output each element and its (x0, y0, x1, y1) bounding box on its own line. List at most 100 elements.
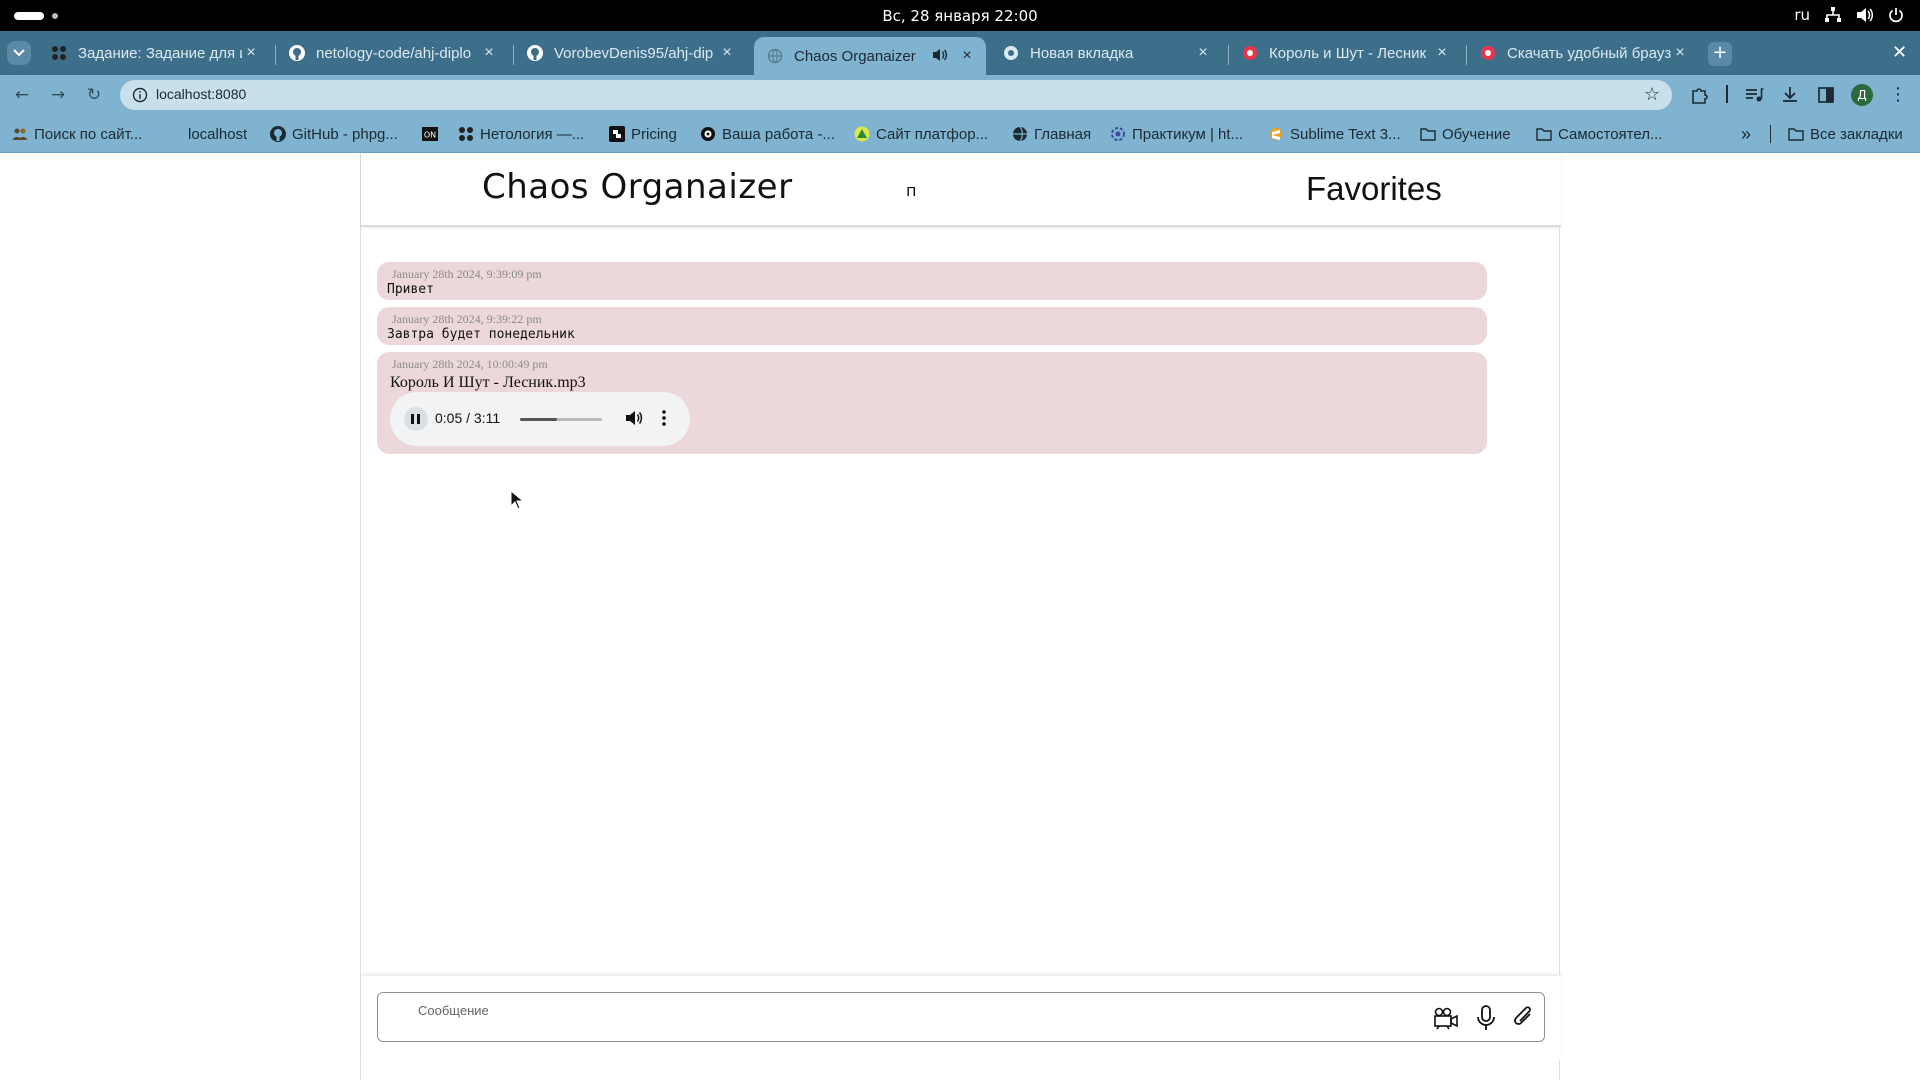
bookmark-folder[interactable]: Обучение (1420, 123, 1511, 145)
bookmark-item[interactable]: Практикум | ht... (1110, 123, 1243, 145)
system-clock[interactable]: Вс, 28 января 22:00 (0, 7, 1920, 25)
bookmark-label: GitHub - phpg... (292, 125, 398, 143)
keyboard-layout-indicator[interactable]: ru (1794, 6, 1810, 24)
network-icon (1824, 7, 1842, 23)
toolbar-divider (1726, 85, 1728, 103)
tab-korol-i-shut[interactable]: Король и Шут - Лесник × (1229, 37, 1461, 69)
bookmark-item[interactable]: localhost (188, 123, 247, 145)
audio-progress-slider[interactable] (520, 418, 602, 421)
github-icon (288, 44, 306, 62)
bookmark-label: Практикум | ht... (1132, 125, 1244, 143)
bookmarks-bar: Поиск по сайт... localhost GitHub - phpg… (0, 115, 1920, 153)
message-item[interactable]: January 28th 2024, 9:39:09 pm Привет (377, 262, 1487, 300)
tab-title: Задание: Задание для и (78, 44, 242, 62)
bookmark-label: Нетология —... (480, 125, 585, 143)
bookmark-item[interactable]: Sublime Text 3... (1268, 123, 1401, 145)
system-tray[interactable]: ru (1794, 6, 1904, 24)
bookmark-item[interactable]: Поиск по сайт... (12, 123, 142, 145)
message-timestamp: January 28th 2024, 9:39:09 pm (392, 267, 542, 281)
extensions-icon[interactable] (1690, 85, 1710, 105)
audio-player[interactable]: 0:05 / 3:11 (390, 392, 690, 446)
globe-icon (1012, 126, 1028, 142)
tab-browser-download[interactable]: Скачать удобный брауз × (1467, 37, 1699, 69)
tab-new-tab[interactable]: Новая вкладка × (990, 37, 1222, 69)
new-tab-button[interactable]: + (1708, 42, 1732, 66)
pause-icon[interactable] (404, 407, 428, 431)
bookmark-label: Сайт платфор... (876, 125, 989, 143)
tab-audio-icon[interactable] (932, 47, 950, 65)
app-header: Chaos Organaizer п Favorites (361, 153, 1561, 227)
pricing-icon (609, 126, 625, 142)
bookmark-label: Все закладки (1810, 125, 1903, 143)
message-item[interactable]: January 28th 2024, 9:39:22 pm Завтра буд… (377, 307, 1487, 345)
microphone-icon[interactable] (1472, 1004, 1500, 1032)
browser-tab-strip: Задание: Задание для и × netology-code/a… (0, 31, 1920, 75)
profile-avatar[interactable]: Д (1851, 84, 1873, 106)
message-text: Привет (387, 282, 434, 297)
url-text[interactable]: localhost:8080 (156, 86, 246, 102)
github-icon (526, 44, 544, 62)
bookmark-item[interactable]: GitHub - phpg... (270, 123, 398, 145)
netology-icon (458, 126, 474, 142)
tab-close-icon[interactable]: × (1433, 44, 1451, 62)
forward-arrow-icon[interactable]: → (48, 85, 68, 105)
chevron-down-icon (13, 49, 25, 57)
tab-search-button[interactable] (7, 41, 31, 65)
media-controls-icon[interactable] (1744, 85, 1764, 105)
attach-paperclip-icon[interactable] (1510, 1004, 1538, 1032)
download-icon[interactable] (1780, 85, 1800, 105)
favorites-link[interactable]: Favorites (1306, 170, 1442, 208)
bookmark-star-icon[interactable]: ☆ (1644, 84, 1660, 105)
kebab-menu-icon[interactable]: ⋮ (1888, 85, 1908, 105)
volume-icon[interactable] (625, 409, 643, 431)
bookmark-label: Самостоятел... (1558, 125, 1663, 143)
bookmark-item[interactable]: Главная (1012, 123, 1091, 145)
bookmark-item[interactable]: Сайт платфор... (854, 123, 988, 145)
reload-icon[interactable]: ↻ (84, 85, 104, 105)
tab-chaos-organaizer[interactable]: Chaos Organaizer × (754, 37, 986, 75)
all-bookmarks-folder[interactable]: Все закладки (1788, 123, 1903, 145)
message-input-wrapper (377, 992, 1545, 1042)
tab-close-icon[interactable]: × (958, 47, 976, 65)
bookmark-label: Обучение (1442, 125, 1511, 143)
on-icon: ON (422, 126, 438, 142)
tab-github-netology[interactable]: netology-code/ahj-diplo × (276, 37, 508, 69)
power-icon (1888, 7, 1904, 23)
chaos-organaizer-app: Chaos Organaizer п Favorites January 28t… (360, 153, 1561, 1080)
practicum-icon (1110, 126, 1126, 142)
bookmark-label: Главная (1034, 125, 1092, 143)
bookmark-item[interactable]: ON (422, 123, 444, 145)
message-text: Завтра будет понедельник (387, 327, 575, 342)
volume-icon (1856, 7, 1874, 23)
kebab-menu-icon[interactable] (660, 408, 668, 432)
tab-close-icon[interactable]: × (1194, 44, 1212, 62)
bookmarks-divider (1770, 125, 1771, 143)
bookmark-label: Sublime Text 3... (1290, 125, 1401, 143)
bookmark-item[interactable]: Pricing (609, 123, 677, 145)
back-arrow-icon[interactable]: ← (12, 85, 32, 105)
message-timestamp: January 28th 2024, 9:39:22 pm (392, 312, 542, 326)
side-panel-icon[interactable] (1816, 85, 1836, 105)
bookmark-folder[interactable]: Самостоятел... (1536, 123, 1662, 145)
message-input[interactable] (380, 995, 1380, 1039)
audio-file-name: Король И Шут - Лесник.mp3 (390, 374, 586, 391)
tab-netology-task[interactable]: Задание: Задание для и × (38, 37, 270, 69)
header-search-text[interactable]: п (906, 181, 916, 200)
message-item-audio[interactable]: January 28th 2024, 10:00:49 pm Король И … (377, 352, 1487, 454)
tab-title: VorobevDenis95/ahj-dip (554, 44, 714, 62)
tab-close-icon[interactable]: × (718, 44, 736, 62)
more-bookmarks-chevron-icon[interactable]: » (1741, 123, 1751, 145)
gear-icon (700, 126, 716, 142)
bookmark-item[interactable]: Нетология —... (458, 123, 584, 145)
bookmark-item[interactable]: Ваша работа -... (700, 123, 835, 145)
tab-github-vorobev[interactable]: VorobevDenis95/ahj-dip × (514, 37, 746, 69)
tab-close-icon[interactable]: × (1671, 44, 1689, 62)
site-info-icon[interactable] (132, 87, 148, 107)
address-bar[interactable]: localhost:8080 ☆ (120, 80, 1672, 110)
globe-icon (766, 47, 784, 65)
window-close-icon[interactable]: ✕ (1892, 42, 1907, 63)
tab-close-icon[interactable]: × (242, 44, 260, 62)
sublime-icon (1268, 126, 1284, 142)
video-camera-icon[interactable] (1432, 1004, 1460, 1032)
tab-close-icon[interactable]: × (480, 44, 498, 62)
